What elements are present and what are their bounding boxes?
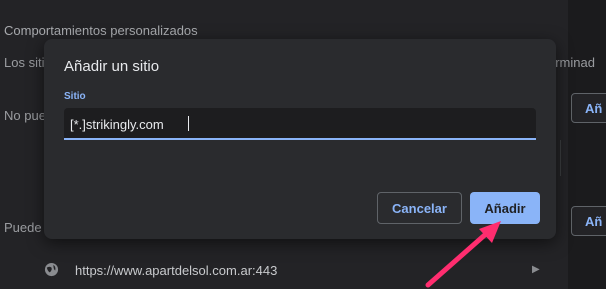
arrow-pointer-icon — [425, 221, 501, 288]
